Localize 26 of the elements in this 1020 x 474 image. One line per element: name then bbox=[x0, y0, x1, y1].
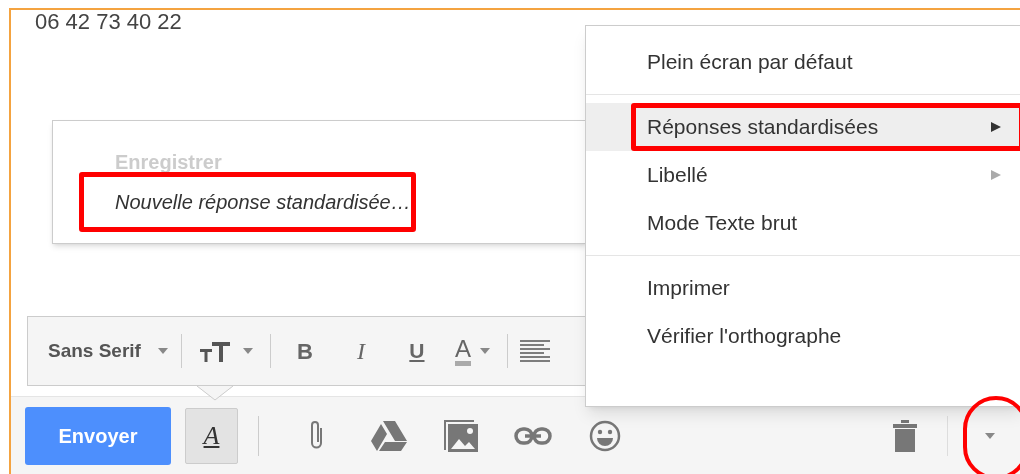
menu-item[interactable]: Réponses standardisées bbox=[586, 103, 1020, 151]
menu-item[interactable]: Mode Texte brut bbox=[586, 199, 1020, 247]
bold-button[interactable]: B bbox=[282, 334, 327, 368]
caret-icon bbox=[156, 348, 169, 354]
menu-item[interactable]: Plein écran par défaut bbox=[586, 38, 1020, 86]
italic-button[interactable]: I bbox=[338, 333, 383, 369]
caret-icon bbox=[984, 432, 996, 439]
link-icon bbox=[514, 425, 552, 446]
align-left-icon bbox=[519, 340, 550, 362]
smiley-icon bbox=[589, 419, 621, 452]
text-color-button[interactable]: A bbox=[450, 336, 495, 366]
trash-icon bbox=[892, 419, 918, 452]
compose-text: 06 42 73 40 22 bbox=[35, 10, 182, 34]
caret-icon bbox=[241, 348, 254, 354]
menu-item[interactable]: Vérifier l'orthographe bbox=[586, 312, 1020, 360]
menu-item[interactable]: Nouvelle réponse standardisée… bbox=[79, 172, 416, 232]
menu-item[interactable]: Imprimer bbox=[586, 264, 1020, 312]
image-icon bbox=[443, 418, 479, 453]
text-size-icon bbox=[197, 340, 232, 362]
drive-icon bbox=[371, 419, 407, 452]
menu-item[interactable]: Libellé bbox=[586, 151, 1020, 199]
font-dropdown[interactable]: Sans Serif bbox=[48, 336, 169, 366]
underline-button[interactable]: U bbox=[394, 335, 439, 367]
formatting-toggle-button[interactable]: A bbox=[185, 407, 238, 464]
align-left-button[interactable] bbox=[519, 340, 550, 362]
caret-icon bbox=[478, 348, 491, 354]
